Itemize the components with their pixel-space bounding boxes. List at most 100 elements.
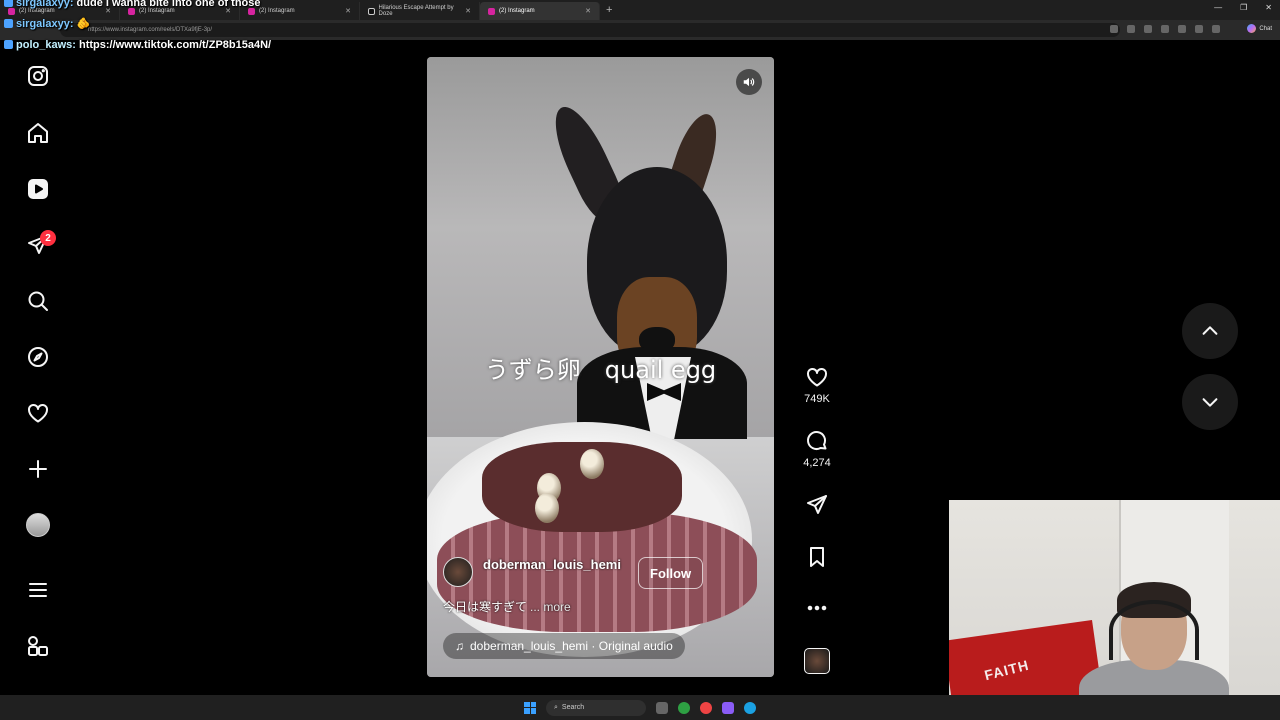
edge-icon[interactable] — [744, 701, 756, 714]
comment-icon — [807, 431, 827, 450]
next-reel-button[interactable] — [1182, 374, 1238, 430]
also-from-meta-icon[interactable] — [22, 630, 54, 662]
reels-icon[interactable] — [22, 173, 54, 205]
discord-icon[interactable] — [722, 701, 734, 714]
profile-icon[interactable] — [1195, 25, 1203, 33]
explore-icon[interactable] — [22, 341, 54, 373]
profile-avatar[interactable] — [22, 509, 54, 541]
messages-badge: 2 — [40, 230, 56, 246]
like-button[interactable]: 749K — [797, 365, 837, 405]
tab-title: Hilarious Escape Attempt by Doze — [378, 5, 454, 17]
more-icon[interactable] — [1212, 25, 1220, 33]
close-tab-icon[interactable]: ✕ — [345, 7, 351, 15]
previous-reel-button[interactable] — [1182, 303, 1238, 359]
copilot-label: Chat — [1259, 25, 1272, 32]
like-count: 749K — [804, 393, 830, 405]
author-info: doberman_louis_hemi — [443, 557, 623, 587]
screen: (2) Instagram ✕ (2) Instagram ✕ (2) Instag… — [0, 0, 1280, 720]
chat-message: sirgalaxyy: dude I wanna bite into one o… — [4, 0, 261, 9]
sidebar-nav: 2 — [0, 40, 76, 695]
favorites-icon[interactable] — [1178, 25, 1186, 33]
share-button[interactable] — [797, 493, 837, 517]
reel-caption: 今日は寒すぎて... more — [443, 598, 571, 615]
chat-emote-icon: 🫵 — [76, 18, 91, 30]
chat-badge-icon — [4, 0, 13, 7]
url-field[interactable]: https://www.instagram.com/reels/DTXa9fjE… — [60, 23, 1120, 37]
notifications-heart-icon[interactable] — [22, 397, 54, 429]
messages-icon[interactable]: 2 — [22, 229, 56, 261]
author-username[interactable]: doberman_louis_hemi — [483, 557, 623, 573]
extension-icon[interactable] — [1110, 25, 1118, 33]
chat-username: polo_kaws: — [16, 39, 76, 51]
browser-app-icon[interactable] — [700, 701, 712, 714]
favorite-star-icon[interactable] — [1144, 25, 1152, 33]
zoom-icon[interactable] — [1127, 25, 1135, 33]
chrome-icon[interactable] — [678, 701, 690, 714]
original-audio-link[interactable]: ♫ doberman_louis_hemi · Original audio — [443, 633, 685, 659]
close-window-icon[interactable]: ✕ — [1265, 3, 1272, 12]
audio-page-button[interactable] — [797, 648, 837, 674]
chevron-up-icon — [1202, 326, 1218, 335]
chat-username: sirgalaxyy: — [16, 18, 74, 30]
home-icon[interactable] — [22, 117, 54, 149]
chat-message: sirgalaxyy: 🫵 — [4, 17, 90, 30]
chat-badge-icon — [4, 40, 13, 49]
tab-title: (2) Instagram — [499, 8, 535, 14]
quail-egg — [580, 449, 604, 479]
ellipsis-icon — [807, 605, 827, 611]
quail-egg — [535, 493, 559, 523]
chat-text: dude I wanna bite into one of those — [76, 0, 261, 9]
caption-more-link[interactable]: ... more — [530, 600, 571, 614]
audio-thumbnail — [804, 648, 830, 674]
tiktok-favicon-icon — [368, 7, 375, 15]
video-subtitle: うずら卵 quail egg — [484, 356, 717, 384]
restore-icon[interactable]: ❐ — [1240, 3, 1247, 12]
follow-button[interactable]: Follow — [638, 557, 704, 589]
search-icon[interactable] — [22, 285, 54, 317]
close-tab-icon[interactable]: ✕ — [585, 7, 591, 15]
audio-label: doberman_louis_hemi · Original audio — [470, 639, 673, 653]
chat-message: polo_kaws: https://www.tiktok.com/t/ZP8b… — [4, 39, 271, 51]
instagram-logo-icon[interactable] — [22, 60, 54, 92]
chevron-down-icon — [1202, 398, 1218, 407]
copilot-chat-button[interactable]: Chat — [1247, 24, 1272, 33]
share-icon — [807, 495, 827, 514]
speaker-icon — [743, 77, 755, 87]
close-tab-icon[interactable]: ✕ — [465, 7, 471, 15]
save-button[interactable] — [797, 545, 837, 569]
create-plus-icon[interactable] — [22, 453, 54, 485]
windows-taskbar: ⌕ Search — [0, 695, 1280, 720]
new-tab-icon[interactable]: + — [606, 4, 612, 16]
search-icon: ⌕ — [554, 703, 558, 711]
more-options-button[interactable] — [797, 596, 837, 620]
taskbar-search-label: Search — [561, 704, 585, 711]
headset — [1109, 600, 1199, 660]
tab-title: (2) Instagram — [259, 8, 295, 14]
bookmark-icon — [810, 547, 824, 567]
comment-button[interactable]: 4,274 — [797, 429, 837, 469]
task-view-icon[interactable] — [656, 701, 668, 714]
chat-username: sirgalaxyy: — [16, 0, 74, 9]
instagram-favicon-icon — [488, 7, 495, 15]
chat-badge-icon — [4, 19, 13, 28]
sound-toggle-button[interactable] — [736, 69, 762, 95]
browser-tab-active[interactable]: (2) Instagram ✕ — [480, 2, 600, 20]
heart-icon — [807, 367, 827, 387]
caption-text: 今日は寒すぎて — [443, 600, 528, 614]
author-avatar[interactable] — [443, 557, 473, 587]
windows-start-icon[interactable] — [524, 701, 536, 714]
chat-text: https://www.tiktok.com/t/ZP8b15a4N/ — [78, 39, 272, 51]
taskbar-search[interactable]: ⌕ Search — [546, 699, 646, 716]
minimize-icon[interactable]: — — [1214, 3, 1222, 12]
extension-icon[interactable] — [1161, 25, 1169, 33]
browser-tab[interactable]: Hilarious Escape Attempt by Doze ✕ — [360, 2, 480, 20]
comment-count: 4,274 — [803, 457, 831, 469]
address-bar-row: https://www.instagram.com/reels/DTXa9fjE… — [0, 20, 1280, 40]
reel-video[interactable]: うずら卵 quail egg doberman_louis_hemi Follo… — [427, 57, 774, 677]
window-controls: — ❐ ✕ — [1214, 3, 1272, 12]
music-note-icon: ♫ — [455, 639, 464, 653]
avatar — [26, 513, 50, 537]
copilot-icon — [1247, 24, 1257, 33]
menu-icon[interactable] — [22, 574, 54, 606]
webcam-overlay: FAITH — [949, 500, 1280, 720]
